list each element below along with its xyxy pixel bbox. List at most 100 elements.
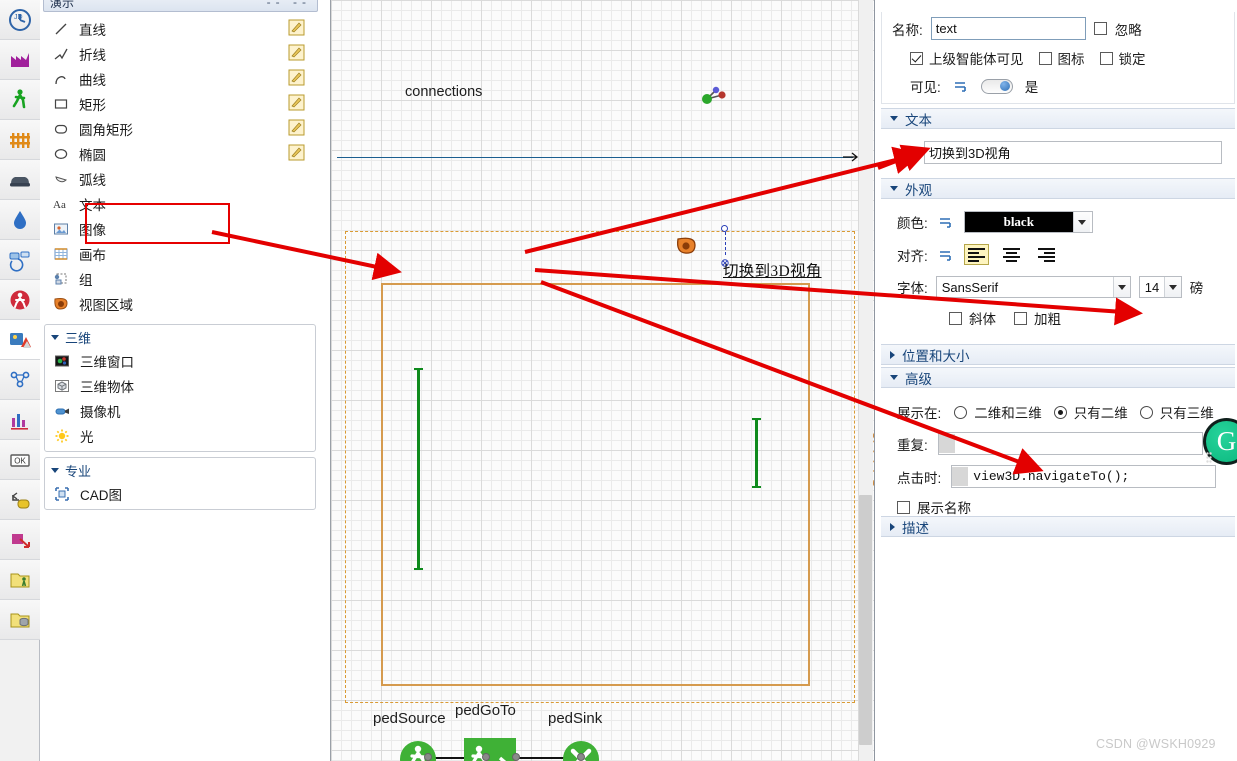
palette-item-arc[interactable]: 弧线 <box>44 166 316 191</box>
grammarly-drag-dots-icon[interactable] <box>1206 452 1212 463</box>
palette-item-image[interactable]: 图像 <box>44 216 316 241</box>
palette-item-view-area[interactable]: 视图区域 <box>44 291 316 316</box>
rail-item-data-arrow-icon[interactable] <box>0 520 40 560</box>
rail-item-fluid-drop-icon[interactable] <box>0 200 40 240</box>
palette-header-buttons[interactable]: -- -- <box>267 0 311 9</box>
canvas-green-wall-right[interactable] <box>755 419 758 487</box>
flow-node-pedgoto[interactable] <box>464 738 516 761</box>
palette-group-header-professional[interactable]: 专业 <box>45 460 315 481</box>
section-header-description[interactable]: 描述 <box>881 516 1235 537</box>
rail-item-time-clock-icon[interactable]: JD <box>0 0 40 40</box>
dynamic-value-icon[interactable] <box>938 248 954 262</box>
rail-item-process-flow-icon[interactable] <box>0 240 40 280</box>
show-name-checkbox[interactable] <box>897 501 910 514</box>
palette-item-line[interactable]: 直线 <box>44 16 316 41</box>
ignore-checkbox[interactable] <box>1094 22 1107 35</box>
rail-item-agent-icon[interactable] <box>0 280 40 320</box>
show-in-radio-3d[interactable] <box>1140 406 1153 419</box>
edit-pencil-icon[interactable] <box>288 94 305 111</box>
rail-item-pedestrian-icon[interactable] <box>0 80 40 120</box>
color-label: 颜色: <box>897 212 928 232</box>
show-in-radio-2d3d[interactable] <box>954 406 967 419</box>
on-click-input[interactable]: view3D.navigateTo(); <box>951 465 1216 488</box>
left-tool-rail: JD <box>0 0 40 761</box>
rail-item-rail-track-icon[interactable] <box>0 120 40 160</box>
edit-pencil-icon[interactable] <box>288 19 305 36</box>
chevron-down-icon[interactable] <box>1164 277 1181 297</box>
edit-pencil-icon[interactable] <box>288 44 305 61</box>
section-header-advanced[interactable]: 高级 <box>881 367 1235 388</box>
palette-item-cad-drawing[interactable]: CAD图 <box>45 481 315 506</box>
chevron-down-icon[interactable] <box>1073 212 1090 232</box>
section-header-appearance[interactable]: 外观 <box>881 178 1235 199</box>
palette-item-rounded-rectangle[interactable]: 圆角矩形 <box>44 116 316 141</box>
palette-panel: 演示 -- -- 直线 折 <box>40 0 331 761</box>
lock-checkbox[interactable] <box>1100 52 1113 65</box>
font-size-combo[interactable]: 14 <box>1139 276 1182 298</box>
icon-checkbox[interactable] <box>1039 52 1052 65</box>
palette-item-text[interactable]: Aa 文本 <box>44 191 316 216</box>
show-in-radio-2d[interactable] <box>1054 406 1067 419</box>
flow-port-dot[interactable] <box>482 753 490 761</box>
bold-checkbox[interactable] <box>1014 312 1027 325</box>
section-header-text[interactable]: 文本 <box>881 108 1235 129</box>
align-left-button[interactable] <box>964 244 989 265</box>
palette-item-curve[interactable]: 曲线 <box>44 66 316 91</box>
view-area-node-icon[interactable] <box>676 235 696 255</box>
parent-visible-checkbox[interactable] <box>910 52 923 65</box>
canvas-green-wall-left[interactable] <box>417 369 420 570</box>
palette-item-canvas[interactable]: 画布 <box>44 241 316 266</box>
rail-item-analysis-chart-icon[interactable] <box>0 400 40 440</box>
rail-item-factory-icon[interactable] <box>0 40 40 80</box>
palette-item-camera[interactable]: 摄像机 <box>45 398 315 423</box>
rail-item-network-graph-icon[interactable] <box>0 360 40 400</box>
palette-item-3d-window[interactable]: 三维窗口 <box>45 348 315 373</box>
palette-item-polyline[interactable]: 折线 <box>44 41 316 66</box>
palette-scroll-area[interactable]: 直线 折线 <box>40 10 320 761</box>
rail-item-folder-person-icon[interactable] <box>0 560 40 600</box>
color-combo[interactable]: black <box>964 211 1093 233</box>
font-family-combo[interactable]: SansSerif <box>936 276 1131 298</box>
palette-item-ellipse[interactable]: 椭圆 <box>44 141 316 166</box>
flow-port-dot[interactable] <box>512 753 520 761</box>
factory-icon <box>7 47 33 73</box>
controls-ok-icon: OK <box>7 447 33 473</box>
align-center-button[interactable] <box>999 244 1024 265</box>
palette-item-label: 画布 <box>79 244 106 264</box>
chevron-down-icon <box>890 375 898 380</box>
node-anchor-handle[interactable] <box>721 225 728 232</box>
palette-item-group[interactable]: 组 <box>44 266 316 291</box>
rail-item-road-car-icon[interactable] <box>0 160 40 200</box>
chevron-down-icon[interactable] <box>1113 277 1130 297</box>
visible-toggle[interactable] <box>981 79 1013 94</box>
section-header-position-size[interactable]: 位置和大小 <box>881 344 1235 365</box>
dynamic-value-icon[interactable] <box>899 146 915 160</box>
palette-group-header-three-d[interactable]: 三维 <box>45 327 315 348</box>
italic-checkbox[interactable] <box>949 312 962 325</box>
rail-item-folder-database-icon[interactable] <box>0 600 40 640</box>
canvas-text-node[interactable]: 切换到3D视角 <box>723 259 822 281</box>
edit-pencil-icon[interactable] <box>288 69 305 86</box>
canvas-orange-rectangle[interactable] <box>381 283 810 686</box>
dynamic-value-icon[interactable] <box>953 79 969 93</box>
dynamic-value-icon[interactable] <box>938 215 954 229</box>
palette-item-3d-object[interactable]: 三维物体 <box>45 373 315 398</box>
palette-item-light[interactable]: 光 <box>45 423 315 448</box>
align-right-button[interactable] <box>1034 244 1059 265</box>
rail-item-connectivity-icon[interactable] <box>0 480 40 520</box>
text-value-input[interactable] <box>924 141 1222 164</box>
rail-item-controls-ok-icon[interactable]: OK <box>0 440 40 480</box>
code-gutter <box>952 467 968 486</box>
palette-item-rectangle[interactable]: 矩形 <box>44 91 316 116</box>
flow-port-dot[interactable] <box>424 753 432 761</box>
edit-pencil-icon[interactable] <box>288 119 305 136</box>
edit-pencil-icon[interactable] <box>288 144 305 161</box>
rail-item-presentation-icon[interactable] <box>0 320 40 360</box>
flow-port-dot[interactable] <box>577 753 585 761</box>
on-click-label: 点击时: <box>897 467 941 487</box>
palette-item-label: 三维窗口 <box>80 351 134 371</box>
diagram-canvas[interactable]: connections 切换到3D视角 <box>331 0 880 761</box>
name-input[interactable] <box>931 17 1086 40</box>
canvas-scrollbar-thumb[interactable] <box>859 495 872 745</box>
repeat-input[interactable] <box>938 432 1203 455</box>
